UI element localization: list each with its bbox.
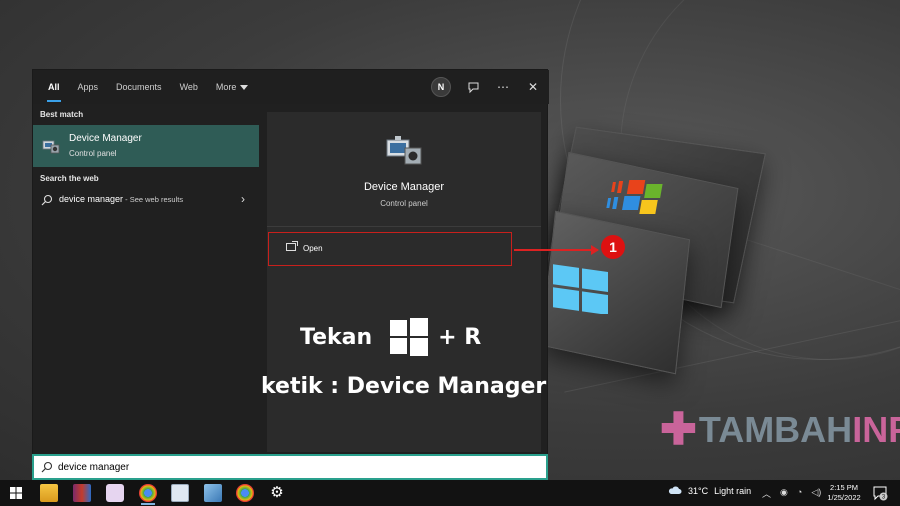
preview-pane: Device Manager Control panel Open bbox=[267, 112, 541, 452]
best-match-label: Best match bbox=[40, 110, 84, 119]
results-list: Best match Device Manager Control panel … bbox=[33, 104, 259, 481]
tab-apps[interactable]: Apps bbox=[69, 70, 108, 104]
preview-title: Device Manager bbox=[363, 181, 445, 193]
device-manager-icon bbox=[42, 140, 60, 154]
web-see-results: - See web results bbox=[123, 195, 184, 204]
more-options-icon[interactable]: ⋯ bbox=[495, 79, 511, 95]
search-web-label: Search the web bbox=[40, 174, 99, 183]
search-icon bbox=[41, 194, 53, 206]
overlay-type-instruction: ketik : Device Manager bbox=[261, 374, 547, 399]
taskbar-clock[interactable]: 2:15 PM 1/25/2022 bbox=[818, 483, 870, 503]
cloud-rain-icon bbox=[668, 486, 682, 494]
annotation-arrow-line bbox=[514, 249, 598, 251]
web-query-text: device manager - See web results bbox=[59, 194, 183, 204]
user-avatar[interactable]: N bbox=[431, 77, 451, 97]
system-tray: ︿ ◉ ◔ ◁) bbox=[762, 487, 821, 500]
overlay-plus-r: + R bbox=[438, 324, 482, 350]
windows-key-icon bbox=[390, 318, 429, 356]
divider bbox=[267, 226, 541, 227]
chrome-icon[interactable] bbox=[139, 484, 157, 502]
wifi-icon[interactable]: ◔ bbox=[797, 487, 802, 500]
tab-web[interactable]: Web bbox=[171, 70, 207, 104]
temperature: 31°C bbox=[688, 486, 709, 496]
tab-more[interactable]: More bbox=[207, 70, 258, 104]
preview-subtitle: Control panel bbox=[380, 199, 428, 208]
device-manager-large-icon bbox=[386, 136, 422, 165]
search-icon bbox=[41, 461, 53, 473]
windows-xp-logo-icon bbox=[606, 180, 663, 214]
best-match-title: Device Manager bbox=[69, 133, 142, 144]
overlay-press-text: Tekan bbox=[300, 324, 373, 350]
tambahinfo-watermark: ✚ TAMBAHINFO bbox=[660, 407, 900, 453]
clock-date: 1/25/2022 bbox=[827, 493, 861, 502]
notepad-icon[interactable] bbox=[171, 484, 189, 502]
open-button[interactable]: Open bbox=[268, 232, 512, 266]
file-explorer-icon[interactable] bbox=[40, 484, 58, 502]
tabs-right-controls: N ⋯ ✕ bbox=[431, 70, 541, 104]
chevron-down-icon bbox=[240, 84, 249, 90]
app-icon-blue[interactable] bbox=[204, 484, 222, 502]
taskbar-search-box[interactable] bbox=[32, 454, 548, 480]
step-number-badge: 1 bbox=[601, 235, 625, 259]
search-tabs-bar: All Apps Documents Web More N ⋯ ✕ bbox=[33, 70, 549, 104]
settings-gear-icon[interactable]: ⚙ bbox=[268, 484, 286, 502]
active-app-indicator bbox=[141, 503, 155, 505]
close-icon[interactable]: ✕ bbox=[525, 79, 541, 95]
taskbar: ⚙ 31°C Light rain ︿ ◉ ◔ ◁) 2:15 PM 1/25/… bbox=[0, 480, 900, 506]
best-match-subtitle: Control panel bbox=[69, 149, 117, 158]
weather-widget[interactable]: 31°C Light rain bbox=[668, 486, 751, 496]
app-icon[interactable] bbox=[106, 484, 124, 502]
web-query: device manager bbox=[59, 194, 124, 204]
clock-time: 2:15 PM bbox=[830, 483, 858, 492]
weather-condition: Light rain bbox=[714, 486, 752, 496]
notification-center-icon[interactable]: 3 bbox=[872, 485, 888, 501]
open-window-icon bbox=[286, 241, 298, 251]
chrome-profile-icon[interactable] bbox=[236, 484, 254, 502]
tab-more-label: More bbox=[215, 82, 237, 92]
network-icon[interactable]: ◉ bbox=[780, 487, 788, 500]
winrar-icon[interactable] bbox=[73, 484, 91, 502]
chevron-up-icon[interactable]: ︿ bbox=[762, 487, 771, 500]
watermark-text-part1: TAMBAH bbox=[698, 409, 853, 450]
search-input[interactable] bbox=[58, 456, 538, 478]
web-search-result[interactable]: device manager - See web results › bbox=[33, 189, 259, 211]
windows-10-logo-icon bbox=[553, 264, 608, 314]
tab-all[interactable]: All bbox=[39, 70, 69, 104]
overlay-shortcut-instruction: Tekan + R bbox=[300, 318, 481, 356]
chevron-right-icon[interactable]: › bbox=[241, 192, 245, 206]
watermark-plus-icon: ✚ bbox=[660, 405, 697, 454]
watermark-text-part2: INFO bbox=[852, 409, 900, 450]
start-button-icon[interactable] bbox=[10, 487, 22, 499]
open-label: Open bbox=[303, 244, 323, 253]
feedback-icon[interactable] bbox=[465, 79, 481, 95]
best-match-result[interactable]: Device Manager Control panel bbox=[33, 125, 259, 167]
start-search-panel: All Apps Documents Web More N ⋯ ✕ Best m… bbox=[32, 69, 549, 481]
tab-documents[interactable]: Documents bbox=[107, 70, 171, 104]
annotation-arrow-head bbox=[591, 245, 599, 255]
